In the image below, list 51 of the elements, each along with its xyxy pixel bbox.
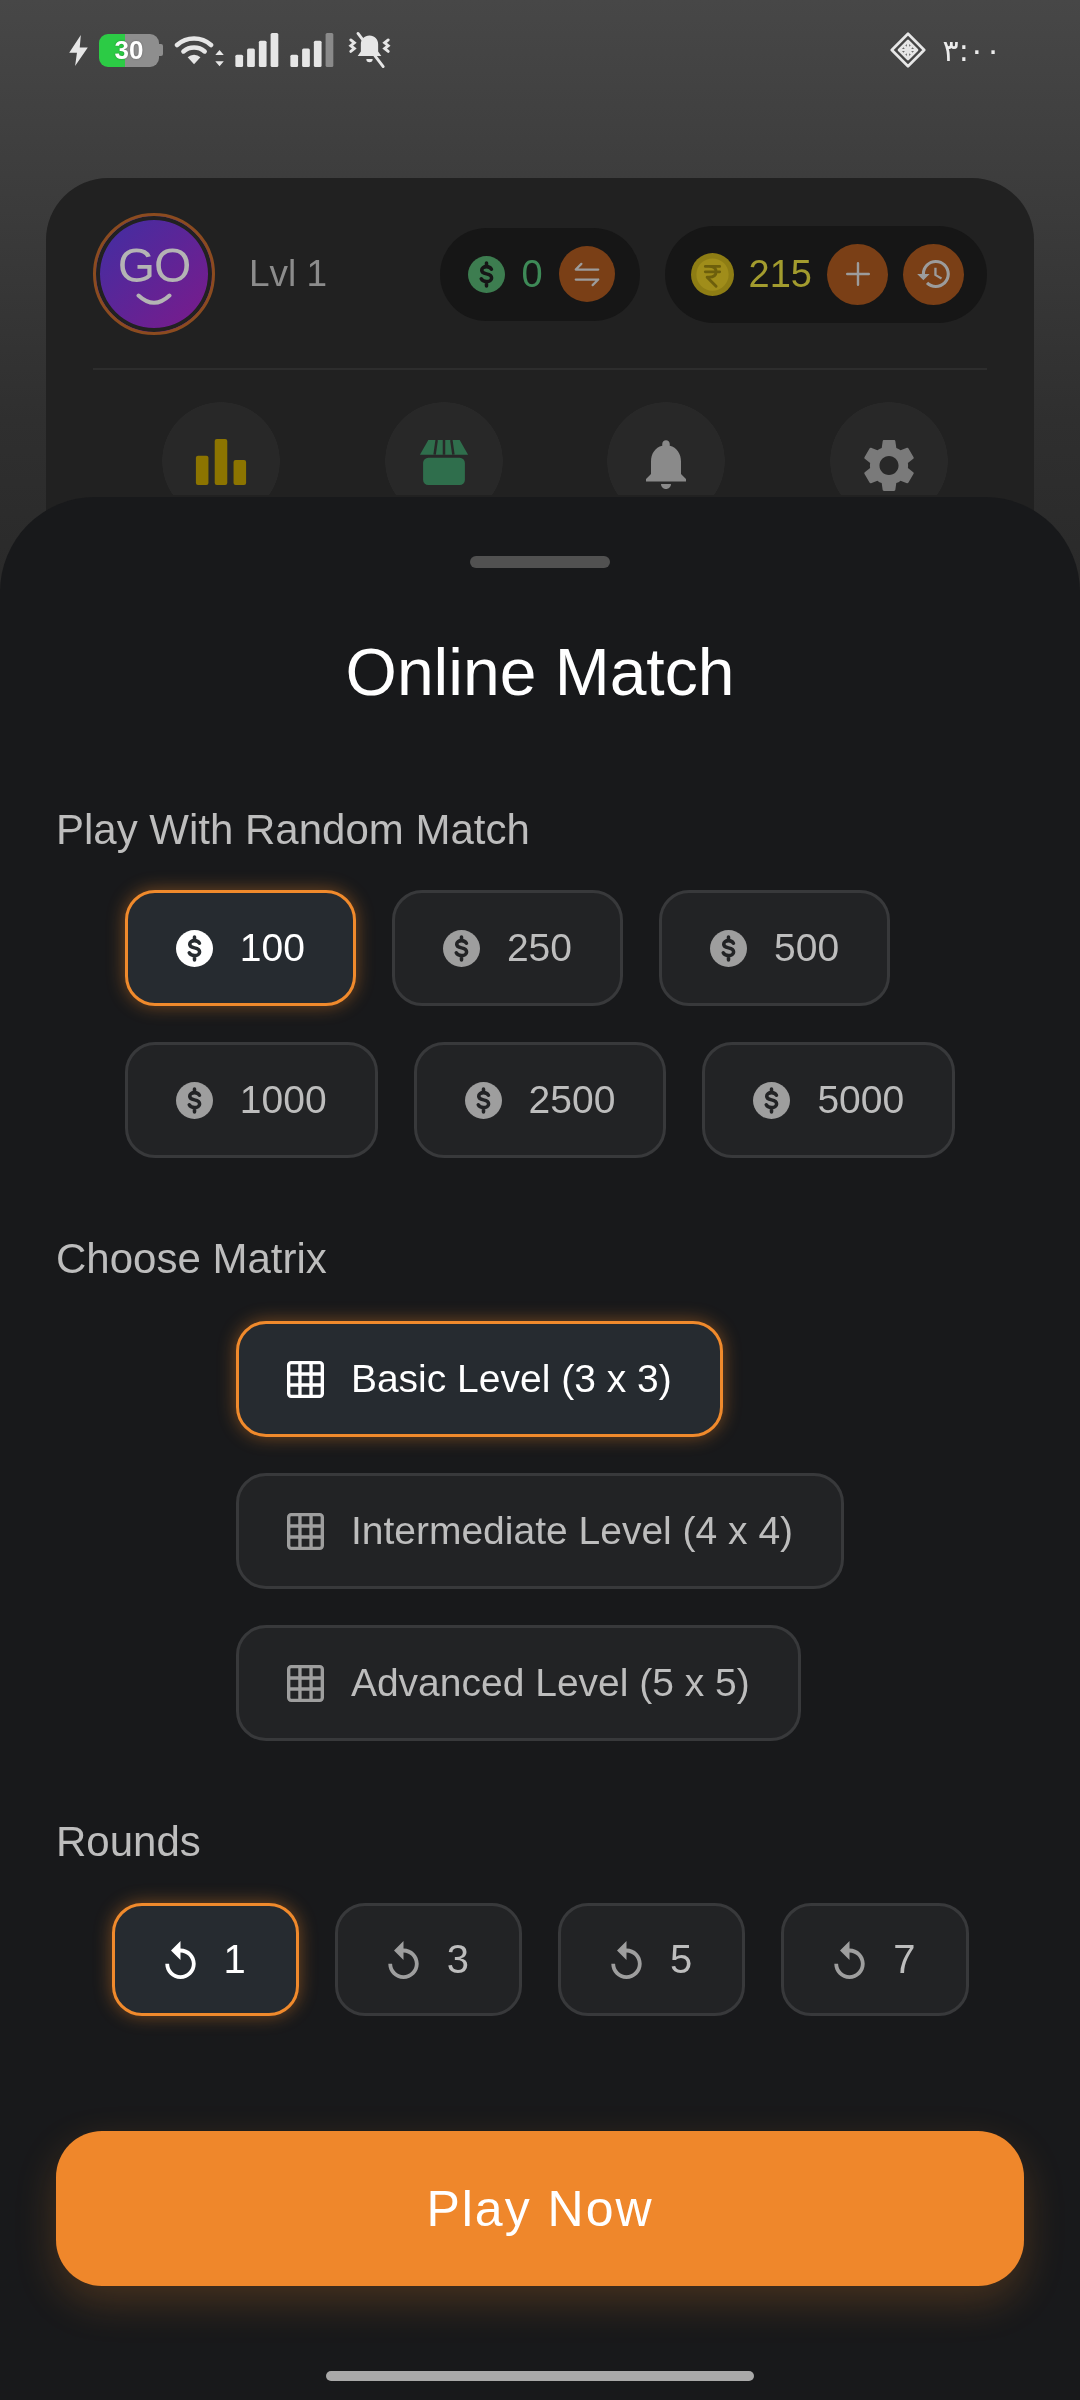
rounds-option[interactable]: 1 — [111, 1903, 299, 2016]
section-label: Choose Matrix — [56, 1234, 327, 1284]
signal-icon — [290, 33, 334, 67]
matrix-option[interactable]: Basic Level (3 x 3) — [235, 1321, 723, 1437]
replay-icon — [834, 1940, 866, 1979]
dollar-coin-icon — [464, 1081, 502, 1119]
matrix-option[interactable]: Advanced Level (5 x 5) — [235, 1625, 801, 1741]
avatar-initials: GO — [117, 243, 191, 288]
plus-icon — [845, 262, 870, 286]
stake-option[interactable]: 5000 — [702, 1042, 956, 1158]
settings-icon — [863, 439, 914, 492]
bar-chart-icon — [195, 439, 248, 485]
diamond-icon — [889, 32, 926, 68]
grid-icon — [286, 1664, 324, 1702]
stake-option[interactable]: 100 — [124, 890, 356, 1006]
stake-option[interactable]: 250 — [391, 890, 623, 1006]
signal-icon — [235, 33, 279, 67]
level-label: Lvl 1 — [249, 253, 328, 295]
smile-icon — [136, 292, 172, 305]
replay-icon — [611, 1940, 642, 1979]
sheet-title: Online Match — [345, 634, 735, 710]
stake-option[interactable]: 1000 — [124, 1042, 378, 1158]
stake-option[interactable]: 500 — [659, 890, 891, 1006]
replay-icon — [164, 1940, 196, 1979]
avatar[interactable]: GO — [93, 213, 215, 335]
section-label: Rounds — [56, 1817, 201, 1867]
drag-handle[interactable] — [470, 556, 610, 568]
wifi-icon — [174, 33, 224, 67]
section-label: Play With Random Match — [56, 805, 530, 855]
matrix-option[interactable]: Intermediate Level (4 x 4) — [235, 1473, 845, 1589]
status-time: ۳:۰۰ — [942, 32, 1001, 68]
rounds-option[interactable]: 7 — [781, 1903, 969, 2016]
grid-icon — [286, 1512, 324, 1550]
replay-icon — [387, 1940, 419, 1979]
dollar-coin-icon — [753, 1081, 791, 1119]
coin-amount: 215 — [748, 252, 812, 296]
grid-icon — [286, 1360, 324, 1398]
bell-icon — [646, 439, 687, 489]
charging-icon — [69, 34, 88, 66]
rupee-coin-icon — [690, 252, 734, 296]
cash-amount: 0 — [521, 252, 543, 296]
dollar-coin-icon — [175, 1081, 213, 1119]
rounds-option[interactable]: 5 — [558, 1903, 746, 2016]
dollar-coin-icon — [175, 929, 213, 967]
dollar-coin-icon — [710, 929, 747, 967]
dollar-coin-icon — [468, 255, 506, 293]
store-icon — [417, 439, 470, 485]
stake-option[interactable]: 2500 — [413, 1042, 667, 1158]
rounds-option[interactable]: 3 — [334, 1903, 522, 2016]
history-icon — [917, 260, 950, 288]
dollar-coin-icon — [442, 929, 480, 967]
